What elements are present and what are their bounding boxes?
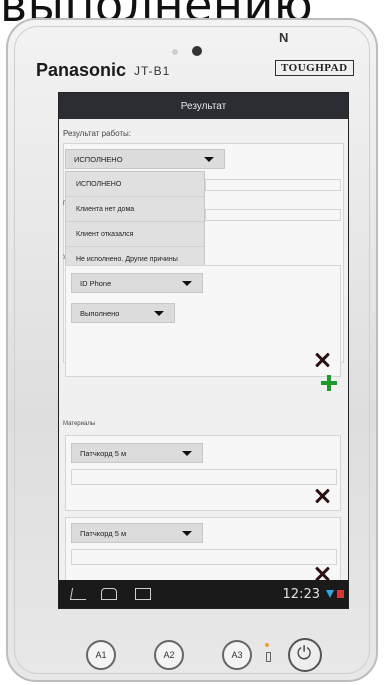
device-select-value: ID Phone bbox=[80, 278, 112, 288]
material-select-1[interactable]: Патчкорд 5 м bbox=[71, 443, 203, 463]
material-quantity-1[interactable] bbox=[71, 469, 337, 485]
delete-material-2-icon[interactable] bbox=[315, 567, 329, 580]
chevron-down-icon bbox=[204, 157, 214, 162]
back-icon[interactable] bbox=[69, 588, 89, 600]
status-select-value: ИСПОЛНЕНО bbox=[74, 154, 123, 164]
material-select-2-value: Патчкорд 5 м bbox=[80, 528, 127, 538]
series-logo: TOUGHPAD bbox=[275, 60, 354, 76]
work-result-label: Результат работы: bbox=[63, 129, 131, 138]
brand-logo: Panasonic bbox=[36, 60, 127, 80]
hardware-button-a2[interactable]: A2 bbox=[154, 640, 184, 670]
battery-icon bbox=[337, 590, 344, 598]
chevron-down-icon bbox=[182, 451, 192, 456]
device-select[interactable]: ID Phone bbox=[71, 273, 203, 293]
app-titlebar: Результат bbox=[59, 93, 348, 119]
light-sensor bbox=[172, 49, 178, 55]
state-select[interactable]: Выполнено bbox=[71, 303, 175, 323]
delete-device-icon[interactable] bbox=[315, 353, 329, 367]
home-icon[interactable] bbox=[101, 588, 117, 600]
chevron-down-icon bbox=[182, 531, 192, 536]
android-navbar: 12:23 bbox=[59, 580, 348, 608]
page-title: Результат bbox=[180, 100, 227, 112]
camera-icon bbox=[192, 46, 202, 56]
nfc-icon: N bbox=[279, 30, 289, 45]
form-content: Результат работы: ИСПОЛНЕНО П У ИСПОЛНЕН… bbox=[59, 119, 348, 580]
state-select-value: Выполнено bbox=[80, 308, 120, 318]
power-button-icon[interactable] bbox=[288, 638, 322, 672]
status-led bbox=[265, 643, 269, 647]
add-device-icon[interactable] bbox=[321, 375, 337, 391]
dropdown-option-done[interactable]: ИСПОЛНЕНО bbox=[66, 172, 204, 197]
wifi-icon bbox=[326, 590, 334, 598]
material-quantity-2[interactable] bbox=[71, 549, 337, 565]
status-select[interactable]: ИСПОЛНЕНО bbox=[65, 149, 225, 169]
clock: 12:23 bbox=[282, 587, 320, 602]
model-label: JT-B1 bbox=[134, 64, 171, 78]
dropdown-option-refused[interactable]: Клиент отказался bbox=[66, 222, 204, 247]
status-dropdown-menu: ИСПОЛНЕНО Клиента нет дома Клиент отказа… bbox=[65, 171, 205, 275]
hardware-button-a1[interactable]: A1 bbox=[86, 640, 116, 670]
dropdown-option-not-home[interactable]: Клиента нет дома bbox=[66, 197, 204, 222]
delete-material-1-icon[interactable] bbox=[315, 489, 329, 503]
input-field-2[interactable] bbox=[205, 209, 341, 221]
hardware-button-a3[interactable]: A3 bbox=[222, 640, 252, 670]
material-select-1-value: Патчкорд 5 м bbox=[80, 448, 127, 458]
chevron-down-icon bbox=[182, 281, 192, 286]
device-screen: Результат Результат работы: ИСПОЛНЕНО П … bbox=[58, 92, 349, 609]
chevron-down-icon bbox=[154, 311, 164, 316]
battery-indicator-icon bbox=[266, 652, 271, 662]
material-select-2[interactable]: Патчкорд 5 м bbox=[71, 523, 203, 543]
materials-label: Материалы bbox=[63, 421, 96, 427]
recent-apps-icon[interactable] bbox=[135, 588, 151, 600]
input-field-1[interactable] bbox=[205, 179, 341, 191]
